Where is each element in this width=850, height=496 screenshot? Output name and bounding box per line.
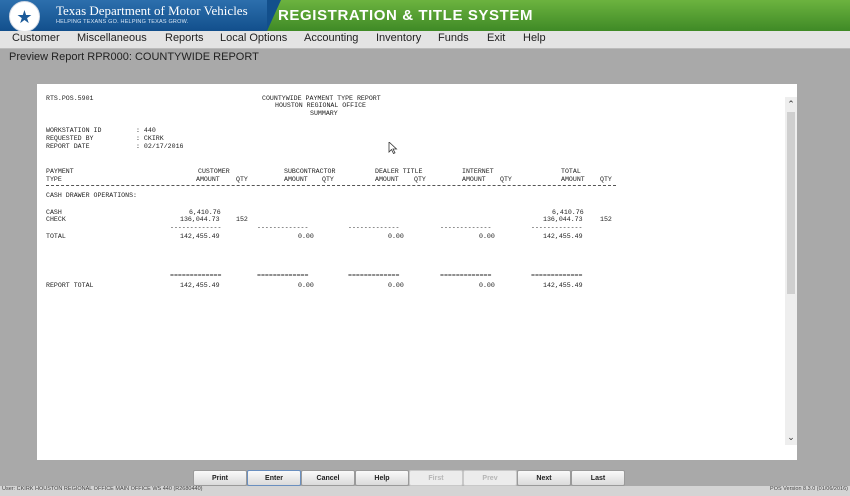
enter-button[interactable]: Enter <box>247 470 301 486</box>
row-total-qty: 152 <box>600 216 612 223</box>
print-button[interactable]: Print <box>193 470 247 486</box>
row-customer-amount: 136,044.73 <box>180 216 220 223</box>
cancel-button[interactable]: Cancel <box>301 470 355 486</box>
total-subcontractor: 0.00 <box>298 233 314 240</box>
report-total-internet: 0.00 <box>479 282 495 289</box>
header-payment: PAYMENT <box>46 168 74 175</box>
chevron-down-icon[interactable]: ⌄ <box>786 432 796 442</box>
prev-button[interactable]: Prev <box>463 470 517 486</box>
row-total-amount: 136,044.73 <box>543 216 583 223</box>
report-title-line-2: HOUSTON REGIONAL OFFICE <box>275 102 367 109</box>
double-rule: ============= <box>257 272 309 279</box>
header-total: TOTAL <box>561 168 581 175</box>
menu-item-local-options[interactable]: Local Options <box>220 32 287 44</box>
report-title-line-3: SUMMARY <box>310 110 338 117</box>
header-amount: AMOUNT <box>561 176 585 183</box>
brand-tagline: HELPING TEXANS GO. HELPING TEXAS GROW. <box>56 19 189 25</box>
header-type: TYPE <box>46 176 62 183</box>
total-total: 142,455.49 <box>543 233 583 240</box>
menu-item-miscellaneous[interactable]: Miscellaneous <box>77 32 147 44</box>
row-total-amount: 6,410.76 <box>552 209 584 216</box>
last-button[interactable]: Last <box>571 470 625 486</box>
double-rule: ============= <box>170 272 222 279</box>
total-dealer: 0.00 <box>388 233 404 240</box>
report-total-dealer: 0.00 <box>388 282 404 289</box>
section-label: CASH DRAWER OPERATIONS: <box>46 192 138 199</box>
header-divider <box>46 185 616 186</box>
next-button[interactable]: Next <box>517 470 571 486</box>
header-qty: QTY <box>500 176 512 183</box>
info-label: REQUESTED BY <box>46 135 94 142</box>
menu-item-help[interactable]: Help <box>523 32 546 44</box>
header-internet: INTERNET <box>462 168 494 175</box>
texas-star-seal-icon: ★ <box>9 1 40 32</box>
menu-item-accounting[interactable]: Accounting <box>304 32 358 44</box>
single-rule: ------------- <box>440 224 492 231</box>
brand-block: ★ Texas Department of Motor Vehicles HEL… <box>0 0 281 32</box>
row-type: CASH <box>46 209 62 216</box>
double-rule: ============= <box>440 272 492 279</box>
brand-name: Texas Department of Motor Vehicles <box>56 3 248 18</box>
scrollbar-thumb[interactable] <box>787 112 795 294</box>
header-dealer-title: DEALER TITLE <box>375 168 423 175</box>
report-total-total: 142,455.49 <box>543 282 583 289</box>
total-label: TOTAL <box>46 233 66 240</box>
report-total-customer: 142,455.49 <box>180 282 220 289</box>
header-customer: CUSTOMER <box>198 168 230 175</box>
status-version: POS Version 8.3.0 (01/06/2016) <box>770 486 848 492</box>
info-value: : 440 <box>136 127 156 134</box>
single-rule: ------------- <box>531 224 583 231</box>
info-value: : CKIRK <box>136 135 164 142</box>
status-bar: User: CKIRK HOUSTON REGIONAL OFFICE MAIN… <box>0 486 850 496</box>
double-rule: ============= <box>348 272 400 279</box>
header-qty: QTY <box>600 176 612 183</box>
menu-item-funds[interactable]: Funds <box>438 32 469 44</box>
info-value: : 02/17/2016 <box>136 143 184 150</box>
header-amount: AMOUNT <box>375 176 399 183</box>
info-label: REPORT DATE <box>46 143 90 150</box>
header-qty: QTY <box>414 176 426 183</box>
app-header: ★ Texas Department of Motor Vehicles HEL… <box>0 0 850 32</box>
mouse-cursor-icon <box>388 142 398 154</box>
menu-item-customer[interactable]: Customer <box>12 32 60 44</box>
menu-item-inventory[interactable]: Inventory <box>376 32 421 44</box>
header-qty: QTY <box>322 176 334 183</box>
report-id: RTS.POS.5901 <box>46 95 94 102</box>
report-total-subcontractor: 0.00 <box>298 282 314 289</box>
single-rule: ------------- <box>257 224 309 231</box>
total-customer: 142,455.49 <box>180 233 220 240</box>
single-rule: ------------- <box>348 224 400 231</box>
header-subcontractor: SUBCONTRACTOR <box>284 168 336 175</box>
system-title: REGISTRATION & TITLE SYSTEM <box>278 7 534 24</box>
header-amount: AMOUNT <box>462 176 486 183</box>
header-qty: QTY <box>236 176 248 183</box>
preview-title: Preview Report RPR000: COUNTYWIDE REPORT <box>9 51 259 63</box>
total-internet: 0.00 <box>479 233 495 240</box>
report-total-label: REPORT TOTAL <box>46 282 94 289</box>
chevron-up-icon[interactable]: ⌃ <box>786 99 796 109</box>
header-amount: AMOUNT <box>196 176 220 183</box>
single-rule: ------------- <box>170 224 222 231</box>
header-amount: AMOUNT <box>284 176 308 183</box>
help-button[interactable]: Help <box>355 470 409 486</box>
row-customer-qty: 152 <box>236 216 248 223</box>
report-title-line-1: COUNTYWIDE PAYMENT TYPE REPORT <box>262 95 381 102</box>
double-rule: ============= <box>531 272 583 279</box>
row-type: CHECK <box>46 216 66 223</box>
status-user-info: User: CKIRK HOUSTON REGIONAL OFFICE MAIN… <box>2 486 203 492</box>
info-label: WORKSTATION ID <box>46 127 102 134</box>
row-customer-amount: 6,410.76 <box>189 209 221 216</box>
menu-bar: Customer Miscellaneous Reports Local Opt… <box>0 31 850 49</box>
menu-item-reports[interactable]: Reports <box>165 32 204 44</box>
menu-item-exit[interactable]: Exit <box>487 32 505 44</box>
first-button[interactable]: First <box>409 470 463 486</box>
